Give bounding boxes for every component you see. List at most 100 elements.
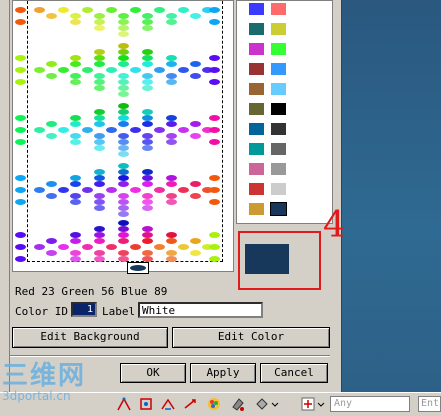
palette-color-cell[interactable]: [94, 145, 105, 151]
palette-color-cell[interactable]: [142, 145, 153, 151]
palette-color-cell[interactable]: [166, 79, 177, 85]
palette-color-cell[interactable]: [34, 67, 45, 73]
palette-color-cell[interactable]: [166, 121, 177, 127]
palette-color-cell[interactable]: [209, 187, 220, 193]
color-wheel-icon[interactable]: [206, 396, 222, 412]
palette-color-cell[interactable]: [190, 73, 201, 79]
palette-color-cell[interactable]: [15, 127, 26, 133]
color-swatch[interactable]: [249, 143, 264, 155]
cancel-button[interactable]: Cancel: [260, 363, 328, 383]
palette-color-cell[interactable]: [82, 187, 93, 193]
dimension-tool-icon[interactable]: [160, 396, 176, 412]
color-swatch[interactable]: [271, 123, 286, 135]
palette-color-cell[interactable]: [15, 115, 26, 121]
color-swatch[interactable]: [249, 23, 264, 35]
palette-color-cell[interactable]: [70, 79, 81, 85]
palette-color-cell[interactable]: [142, 25, 153, 31]
palette-color-cell[interactable]: [46, 181, 57, 187]
palette-color-cell[interactable]: [82, 7, 93, 13]
palette-color-cell[interactable]: [70, 19, 81, 25]
palette-color-cell[interactable]: [46, 61, 57, 67]
palette-color-cell[interactable]: [15, 175, 26, 181]
palette-color-cell[interactable]: [46, 238, 57, 244]
palette-color-cell[interactable]: [118, 151, 129, 157]
color-swatch[interactable]: [249, 183, 264, 195]
palette-color-cell[interactable]: [34, 244, 45, 250]
palette-color-cell[interactable]: [82, 67, 93, 73]
palette-color-cell[interactable]: [94, 85, 105, 91]
palette-color-cell[interactable]: [154, 244, 165, 250]
palette-color-cell[interactable]: [70, 181, 81, 187]
color-swatch[interactable]: [271, 23, 286, 35]
palette-color-cell[interactable]: [130, 244, 141, 250]
color-swatch[interactable]: [271, 3, 286, 15]
edit-background-button[interactable]: Edit Background: [12, 327, 168, 348]
apply-button[interactable]: Apply: [190, 363, 256, 383]
palette-color-cell[interactable]: [209, 175, 220, 181]
palette-color-cell[interactable]: [190, 133, 201, 139]
palette-color-cell[interactable]: [142, 121, 153, 127]
color-swatch[interactable]: [249, 123, 264, 135]
palette-color-cell[interactable]: [94, 121, 105, 127]
palette-color-cell[interactable]: [118, 238, 129, 244]
palette-color-cell[interactable]: [94, 205, 105, 211]
palette-color-cell[interactable]: [190, 181, 201, 187]
palette-color-cell[interactable]: [58, 244, 69, 250]
fill-tool-icon[interactable]: [254, 396, 270, 412]
palette-color-cell[interactable]: [209, 55, 220, 61]
palette-color-cell[interactable]: [142, 85, 153, 91]
palette-color-cell[interactable]: [190, 250, 201, 256]
palette-color-cell[interactable]: [166, 61, 177, 67]
move-tool-icon[interactable]: [182, 396, 198, 412]
palette-color-cell[interactable]: [70, 121, 81, 127]
color-swatch[interactable]: [249, 43, 264, 55]
color-swatch[interactable]: [249, 203, 264, 215]
palette-color-cell[interactable]: [142, 61, 153, 67]
palette-color-cell[interactable]: [46, 133, 57, 139]
palette-color-cell[interactable]: [209, 199, 220, 205]
filter-select[interactable]: Any: [330, 396, 410, 412]
palette-color-cell[interactable]: [118, 211, 129, 217]
palette-color-cell[interactable]: [15, 79, 26, 85]
palette-color-cell[interactable]: [209, 19, 220, 25]
color-swatch[interactable]: [249, 3, 264, 15]
palette-color-cell[interactable]: [15, 256, 26, 262]
palette-color-cell[interactable]: [118, 61, 129, 67]
snap-tool-icon[interactable]: [300, 396, 316, 412]
palette-color-cell[interactable]: [15, 139, 26, 145]
palette-color-cell[interactable]: [106, 127, 117, 133]
palette-color-cell[interactable]: [154, 7, 165, 13]
palette-color-cell[interactable]: [70, 61, 81, 67]
palette-color-cell[interactable]: [178, 7, 189, 13]
color-swatch[interactable]: [249, 63, 264, 75]
palette-color-cell[interactable]: [34, 187, 45, 193]
palette-color-cell[interactable]: [178, 67, 189, 73]
constraint-tool-icon[interactable]: [138, 396, 154, 412]
palette-color-cell[interactable]: [106, 244, 117, 250]
palette-color-cell[interactable]: [209, 79, 220, 85]
color-swatch[interactable]: [270, 202, 287, 216]
color-id-field[interactable]: 1: [71, 302, 97, 317]
palette-color-cell[interactable]: [94, 181, 105, 187]
snap-dropdown-icon[interactable]: [316, 396, 326, 412]
palette-color-cell[interactable]: [58, 127, 69, 133]
palette-color-cell[interactable]: [15, 7, 26, 13]
palette-color-cell[interactable]: [70, 256, 81, 262]
palette-color-cell[interactable]: [209, 115, 220, 121]
palette-color-cell[interactable]: [82, 244, 93, 250]
palette-color-cell[interactable]: [190, 238, 201, 244]
palette-color-cell[interactable]: [209, 67, 220, 73]
palette-color-cell[interactable]: [209, 244, 220, 250]
palette-color-cell[interactable]: [58, 67, 69, 73]
chevron-down-icon[interactable]: [270, 396, 280, 412]
palette-color-cell[interactable]: [130, 127, 141, 133]
palette-color-cell[interactable]: [15, 244, 26, 250]
palette-color-cell[interactable]: [154, 187, 165, 193]
palette-color-cell[interactable]: [15, 67, 26, 73]
entity-select[interactable]: Ent: [418, 396, 441, 412]
color-swatch[interactable]: [271, 143, 286, 155]
palette-color-cell[interactable]: [130, 187, 141, 193]
palette-color-cell[interactable]: [34, 127, 45, 133]
color-swatch[interactable]: [271, 183, 286, 195]
color-swatch[interactable]: [271, 63, 286, 75]
